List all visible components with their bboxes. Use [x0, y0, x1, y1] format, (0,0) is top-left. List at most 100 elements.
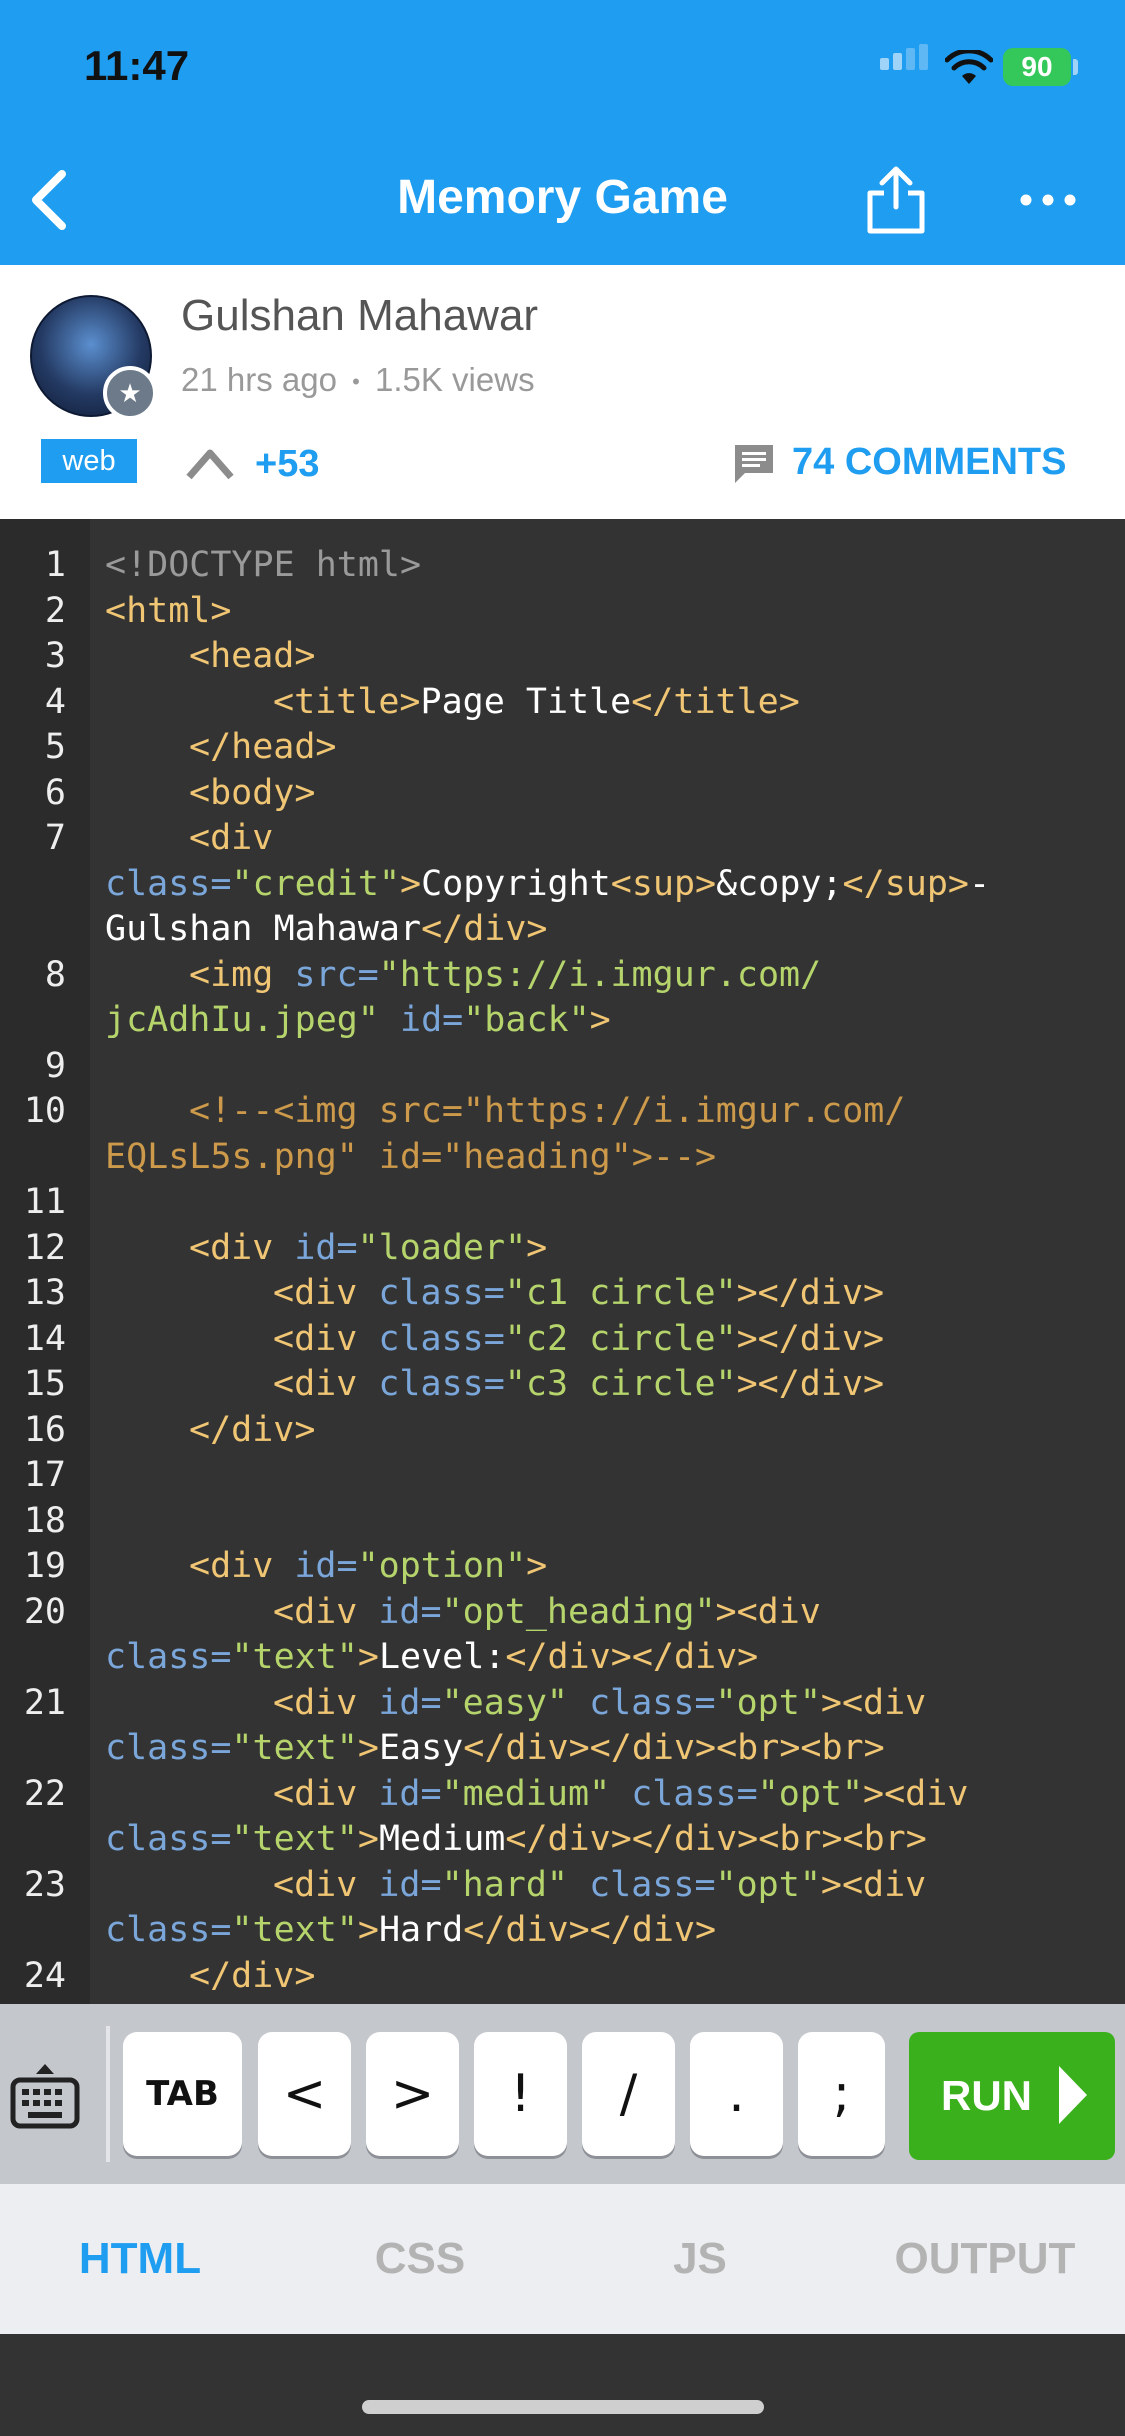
code-token: <div — [273, 1273, 379, 1313]
run-button[interactable]: RUN — [909, 2032, 1115, 2160]
battery-level: 90 — [1021, 51, 1053, 82]
code-token: &copy; — [716, 864, 843, 904]
code-token: </title> — [631, 682, 800, 722]
code-token: id= — [378, 1000, 464, 1040]
semicolon-key[interactable]: ; — [798, 2032, 885, 2156]
tab-css[interactable]: CSS — [320, 2184, 520, 2334]
code-token: "hard" — [441, 1865, 569, 1905]
code-token: Gulshan Mahawar — [105, 909, 422, 949]
line-number: 4 — [44, 682, 66, 722]
code-token: "opt" — [715, 1865, 821, 1905]
code-token: > — [526, 1228, 548, 1268]
code-token: </div> — [421, 909, 548, 949]
battery-nub — [1073, 59, 1078, 75]
period-key[interactable]: . — [690, 2032, 783, 2156]
code-token: id= — [378, 1865, 442, 1905]
home-indicator[interactable] — [362, 2400, 764, 2414]
code-token: > — [357, 1728, 379, 1768]
line-number: 17 — [23, 1455, 66, 1495]
code-token: <img — [189, 955, 295, 995]
code-text: <head> — [189, 636, 316, 676]
code-token: <title> — [273, 682, 421, 722]
code-token: "opt" — [715, 1683, 821, 1723]
code-token: <div — [273, 1592, 379, 1632]
code-token: class= — [105, 1819, 232, 1859]
more-options-button[interactable] — [1018, 180, 1078, 220]
code-token: "text" — [231, 1819, 358, 1859]
code-token: "opt_heading" — [441, 1592, 716, 1632]
battery-icon: 90 — [1003, 48, 1071, 86]
code-token: class= — [589, 1683, 716, 1723]
code-token: <div — [273, 1774, 379, 1814]
code-text: <body> — [189, 773, 316, 813]
code-token: ></div> — [736, 1319, 885, 1359]
code-token: class= — [105, 1910, 232, 1950]
code-token: "text" — [231, 1637, 358, 1677]
code-token: Easy — [378, 1728, 464, 1768]
tab-key[interactable]: TAB — [123, 2032, 242, 2156]
share-button[interactable] — [864, 165, 928, 235]
code-token: - — [968, 864, 991, 904]
line-number: 18 — [23, 1501, 66, 1541]
code-token: "opt" — [757, 1774, 864, 1814]
code-token: ><div — [863, 1774, 969, 1814]
status-time: 11:47 — [84, 42, 190, 89]
exclamation-key[interactable]: ! — [474, 2032, 567, 2156]
code-token: <div — [273, 1364, 379, 1404]
post-meta: 21 hrs ago • 1.5K views — [181, 361, 535, 399]
code-token: Medium — [378, 1819, 506, 1859]
editor-tab-bar: HTML CSS JS OUTPUT — [0, 2184, 1125, 2334]
tab-html[interactable]: HTML — [40, 2184, 240, 2334]
line-number: 15 — [23, 1364, 66, 1404]
code-editor[interactable]: 1 <!DOCTYPE html> 2 <html> 3 <head> 4 <title… — [0, 519, 1125, 2004]
code-token: <sup> — [610, 864, 717, 904]
comments-link[interactable]: 74 COMMENTS — [792, 441, 1066, 484]
code-token: "c3 circle" — [504, 1364, 737, 1404]
code-token: </div></div> — [505, 1637, 759, 1677]
line-number: 21 — [23, 1683, 66, 1723]
greater-than-key[interactable]: > — [366, 2032, 459, 2156]
code-token: > — [400, 864, 422, 904]
line-number: 14 — [23, 1319, 66, 1359]
less-than-key[interactable]: < — [258, 2032, 351, 2156]
keyboard-toggle-icon[interactable] — [10, 2062, 80, 2132]
code-text: EQLsL5s.png" id="heading">--> — [105, 1137, 717, 1177]
code-token: class= — [378, 1273, 505, 1313]
code-token: </div></div><br><br> — [505, 1819, 927, 1859]
code-token: ></div> — [736, 1273, 885, 1313]
line-number: 19 — [23, 1546, 66, 1586]
code-token: ><div — [715, 1592, 821, 1632]
line-number: 8 — [44, 955, 66, 995]
code-token: class= — [631, 1774, 758, 1814]
line-number: 11 — [23, 1182, 66, 1222]
play-arrow-icon — [1059, 2066, 1087, 2124]
code-token: > — [357, 1637, 379, 1677]
author-name[interactable]: Gulshan Mahawar — [181, 291, 538, 341]
code-token: ></div> — [736, 1364, 885, 1404]
keyboard-accessory-bar: TAB < > ! / . ; RUN — [0, 2004, 1125, 2184]
code-token: "c2 circle" — [504, 1319, 737, 1359]
upvote-icon[interactable] — [185, 443, 235, 483]
line-number: 3 — [44, 636, 66, 676]
code-token: id= — [294, 1228, 358, 1268]
code-token: class= — [105, 1728, 232, 1768]
code-token: > — [357, 1910, 379, 1950]
code-text: </div> — [189, 1410, 316, 1450]
comment-icon[interactable] — [733, 443, 775, 485]
code-token: "text" — [231, 1728, 358, 1768]
vote-count: +53 — [255, 443, 320, 485]
code-token: Copyright — [421, 864, 611, 904]
divider — [106, 2026, 110, 2162]
tab-js[interactable]: JS — [600, 2184, 800, 2334]
code-token: <div — [273, 1865, 379, 1905]
line-number: 6 — [44, 773, 66, 813]
line-number: 24 — [23, 1956, 66, 1996]
tag-web[interactable]: web — [41, 439, 137, 483]
tab-output[interactable]: OUTPUT — [870, 2184, 1100, 2334]
slash-key[interactable]: / — [582, 2032, 675, 2156]
code-token: id= — [294, 1546, 358, 1586]
code-text: <div — [189, 818, 274, 858]
line-number: 7 — [44, 818, 66, 858]
post-header: ★ Gulshan Mahawar 21 hrs ago • 1.5K view… — [0, 265, 1125, 519]
